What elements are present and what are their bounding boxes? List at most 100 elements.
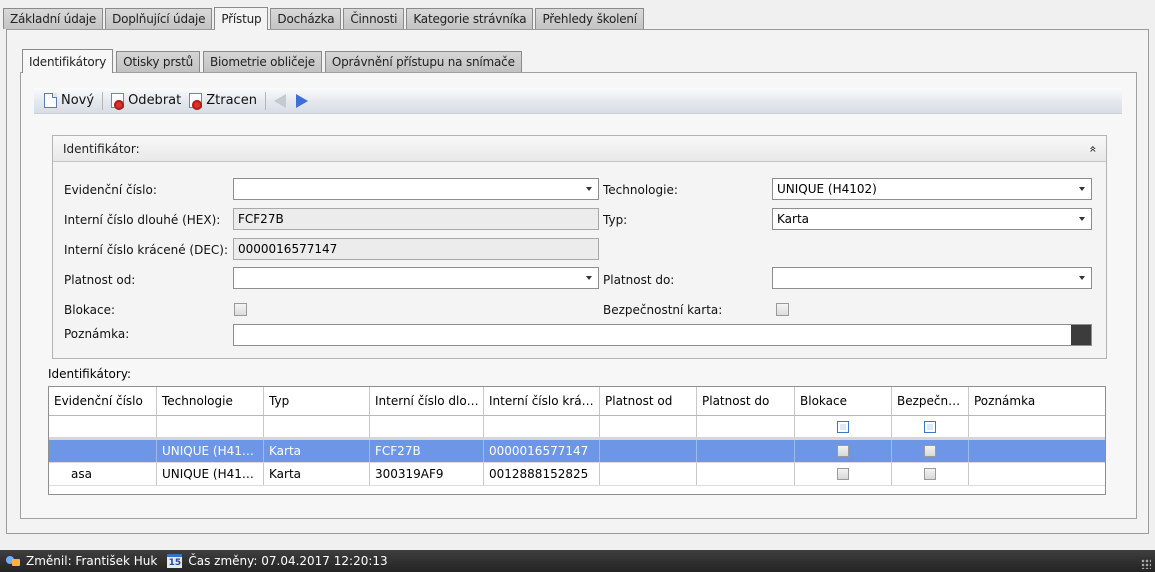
column-header[interactable]: Platnost do [697, 387, 795, 415]
evidencni-cislo-label: Evidenční číslo: [64, 183, 157, 197]
tab-cinnosti[interactable]: Činnosti [343, 8, 405, 29]
hex-cell: 300319AF9 [370, 463, 484, 485]
dropdown-arrow-icon[interactable] [586, 276, 592, 280]
filter-cell[interactable] [892, 416, 969, 437]
lost-button-label: Ztracen [206, 93, 257, 108]
inner-tab-strip: Identifikátory Otisky prstů Biometrie ob… [22, 48, 525, 73]
dec-cell: 0012888152825 [484, 463, 600, 485]
calendar-icon: 15 [167, 554, 183, 568]
lost-button[interactable]: Ztracen [185, 93, 261, 110]
interni-dec-value: 0000016577147 [238, 242, 338, 256]
grid-header: Evidenční číslo Technologie Typ Interní … [49, 387, 1105, 416]
column-header[interactable]: Typ [264, 387, 370, 415]
remove-document-icon [111, 93, 125, 110]
bezpecnostni-karta-label: Bezpečnostní karta: [603, 303, 723, 317]
blokace-cell [795, 440, 892, 462]
tab-biometrie-obliceje[interactable]: Biometrie obličeje [203, 51, 322, 72]
filter-row [49, 416, 1105, 440]
identifiers-grid: Evidenční číslo Technologie Typ Interní … [48, 386, 1106, 495]
column-header[interactable]: Platnost od [600, 387, 697, 415]
dropdown-arrow-icon[interactable] [1079, 187, 1085, 191]
bezpecnostni-karta-checkbox[interactable] [776, 303, 789, 316]
dropdown-arrow-icon[interactable] [1079, 276, 1085, 280]
grid-label: Identifikátory: [48, 367, 132, 381]
interni-dec-field: 0000016577147 [233, 238, 599, 260]
tab-pristup[interactable]: Přístup [214, 7, 269, 30]
column-header[interactable]: Evidenční číslo [49, 387, 157, 415]
tab-identifikatory[interactable]: Identifikátory [22, 49, 114, 73]
changed-by-text: Změnil: František Huk [26, 554, 158, 568]
dropdown-arrow-icon[interactable] [1079, 217, 1085, 221]
blokace-label: Blokace: [64, 303, 116, 317]
table-row[interactable]: asa UNIQUE (H41… Karta 300319AF9 0012888… [49, 463, 1105, 486]
technologie-value: UNIQUE (H4102) [777, 182, 877, 196]
collapse-chevron-icon[interactable]: » [1085, 145, 1099, 152]
filter-cell[interactable] [49, 416, 157, 437]
column-header[interactable]: Interní číslo dlo… [370, 387, 484, 415]
typ-dropdown[interactable]: Karta [772, 208, 1092, 230]
blokace-checkbox[interactable] [234, 303, 247, 316]
interni-dec-label: Interní číslo krácené (DEC): [64, 243, 229, 257]
column-header[interactable]: Blokace [795, 387, 892, 415]
remove-button-label: Odebrat [128, 93, 182, 108]
technologie-dropdown[interactable]: UNIQUE (H4102) [772, 178, 1092, 200]
column-header[interactable]: Poznámka [969, 387, 1105, 415]
identifier-group-header: Identifikátor: » [53, 136, 1106, 162]
bezpecnostni-row-checkbox[interactable] [924, 468, 936, 480]
interni-hex-label: Interní číslo dlouhé (HEX): [64, 213, 221, 227]
platnost-do-dropdown[interactable] [772, 267, 1092, 289]
platnost-do-cell [697, 440, 795, 462]
filter-cell[interactable] [157, 416, 264, 437]
filter-cell[interactable] [795, 416, 892, 437]
filter-checkbox[interactable] [837, 420, 849, 433]
platnost-od-label: Platnost od: [64, 273, 136, 287]
tab-otisky-prstu[interactable]: Otisky prstů [116, 51, 201, 72]
typ-value: Karta [777, 212, 810, 226]
filter-cell[interactable] [264, 416, 370, 437]
bezpecnostni-row-checkbox[interactable] [924, 445, 936, 457]
typ-cell: Karta [264, 440, 370, 462]
next-arrow-icon[interactable] [295, 93, 308, 108]
filter-checkbox[interactable] [924, 420, 936, 433]
blokace-row-checkbox[interactable] [837, 445, 849, 457]
filter-cell[interactable] [484, 416, 600, 437]
tab-zakladni-udaje[interactable]: Základní údaje [3, 8, 104, 29]
platnost-od-cell [600, 440, 697, 462]
toolbar-separator [102, 91, 104, 110]
tab-prehledy-skoleni[interactable]: Přehledy školení [535, 8, 644, 29]
tab-kategorie-stravnika[interactable]: Kategorie strávníka [406, 8, 534, 29]
typ-label: Typ: [603, 213, 628, 227]
hex-cell: FCF27B [370, 440, 484, 462]
filter-cell[interactable] [600, 416, 697, 437]
bezpecnostni-cell [892, 463, 969, 485]
tab-opravneni-pristupu[interactable]: Oprávnění přístupu na snímače [324, 51, 522, 72]
previous-arrow-icon[interactable] [273, 93, 286, 108]
resize-grip-icon[interactable] [1141, 559, 1151, 569]
filter-cell[interactable] [969, 416, 1105, 437]
filter-cell[interactable] [697, 416, 795, 437]
blokace-row-checkbox[interactable] [837, 468, 849, 480]
note-editor-button[interactable] [1071, 325, 1091, 345]
evidencni-cell [49, 440, 157, 462]
column-header[interactable]: Technologie [157, 387, 264, 415]
lost-document-icon [189, 93, 203, 110]
tab-doplnujici-udaje[interactable]: Doplňující údaje [105, 8, 213, 29]
platnost-od-dropdown[interactable] [233, 267, 599, 289]
table-row[interactable]: UNIQUE (H41… Karta FCF27B 0000016577147 [49, 440, 1105, 463]
column-header[interactable]: Interní číslo krá… [484, 387, 600, 415]
interni-hex-value: FCF27B [238, 212, 284, 226]
outer-tab-strip: Základní údaje Doplňující údaje Přístup … [3, 7, 646, 30]
filter-cell[interactable] [370, 416, 484, 437]
tab-dochazka[interactable]: Docházka [270, 8, 342, 29]
new-document-icon [44, 93, 57, 108]
new-button[interactable]: Nový [40, 93, 98, 108]
column-header[interactable]: Bezpečn… [892, 387, 969, 415]
remove-button[interactable]: Odebrat [107, 93, 185, 110]
user-icon [6, 555, 20, 567]
evidencni-cislo-dropdown[interactable] [233, 178, 599, 200]
technologie-label: Technologie: [603, 183, 678, 197]
dec-cell: 0000016577147 [484, 440, 600, 462]
status-bar: Změnil: František Huk 15 Čas změny: 07.0… [0, 550, 1155, 572]
dropdown-arrow-icon[interactable] [586, 187, 592, 191]
poznamka-field[interactable] [233, 324, 1092, 346]
